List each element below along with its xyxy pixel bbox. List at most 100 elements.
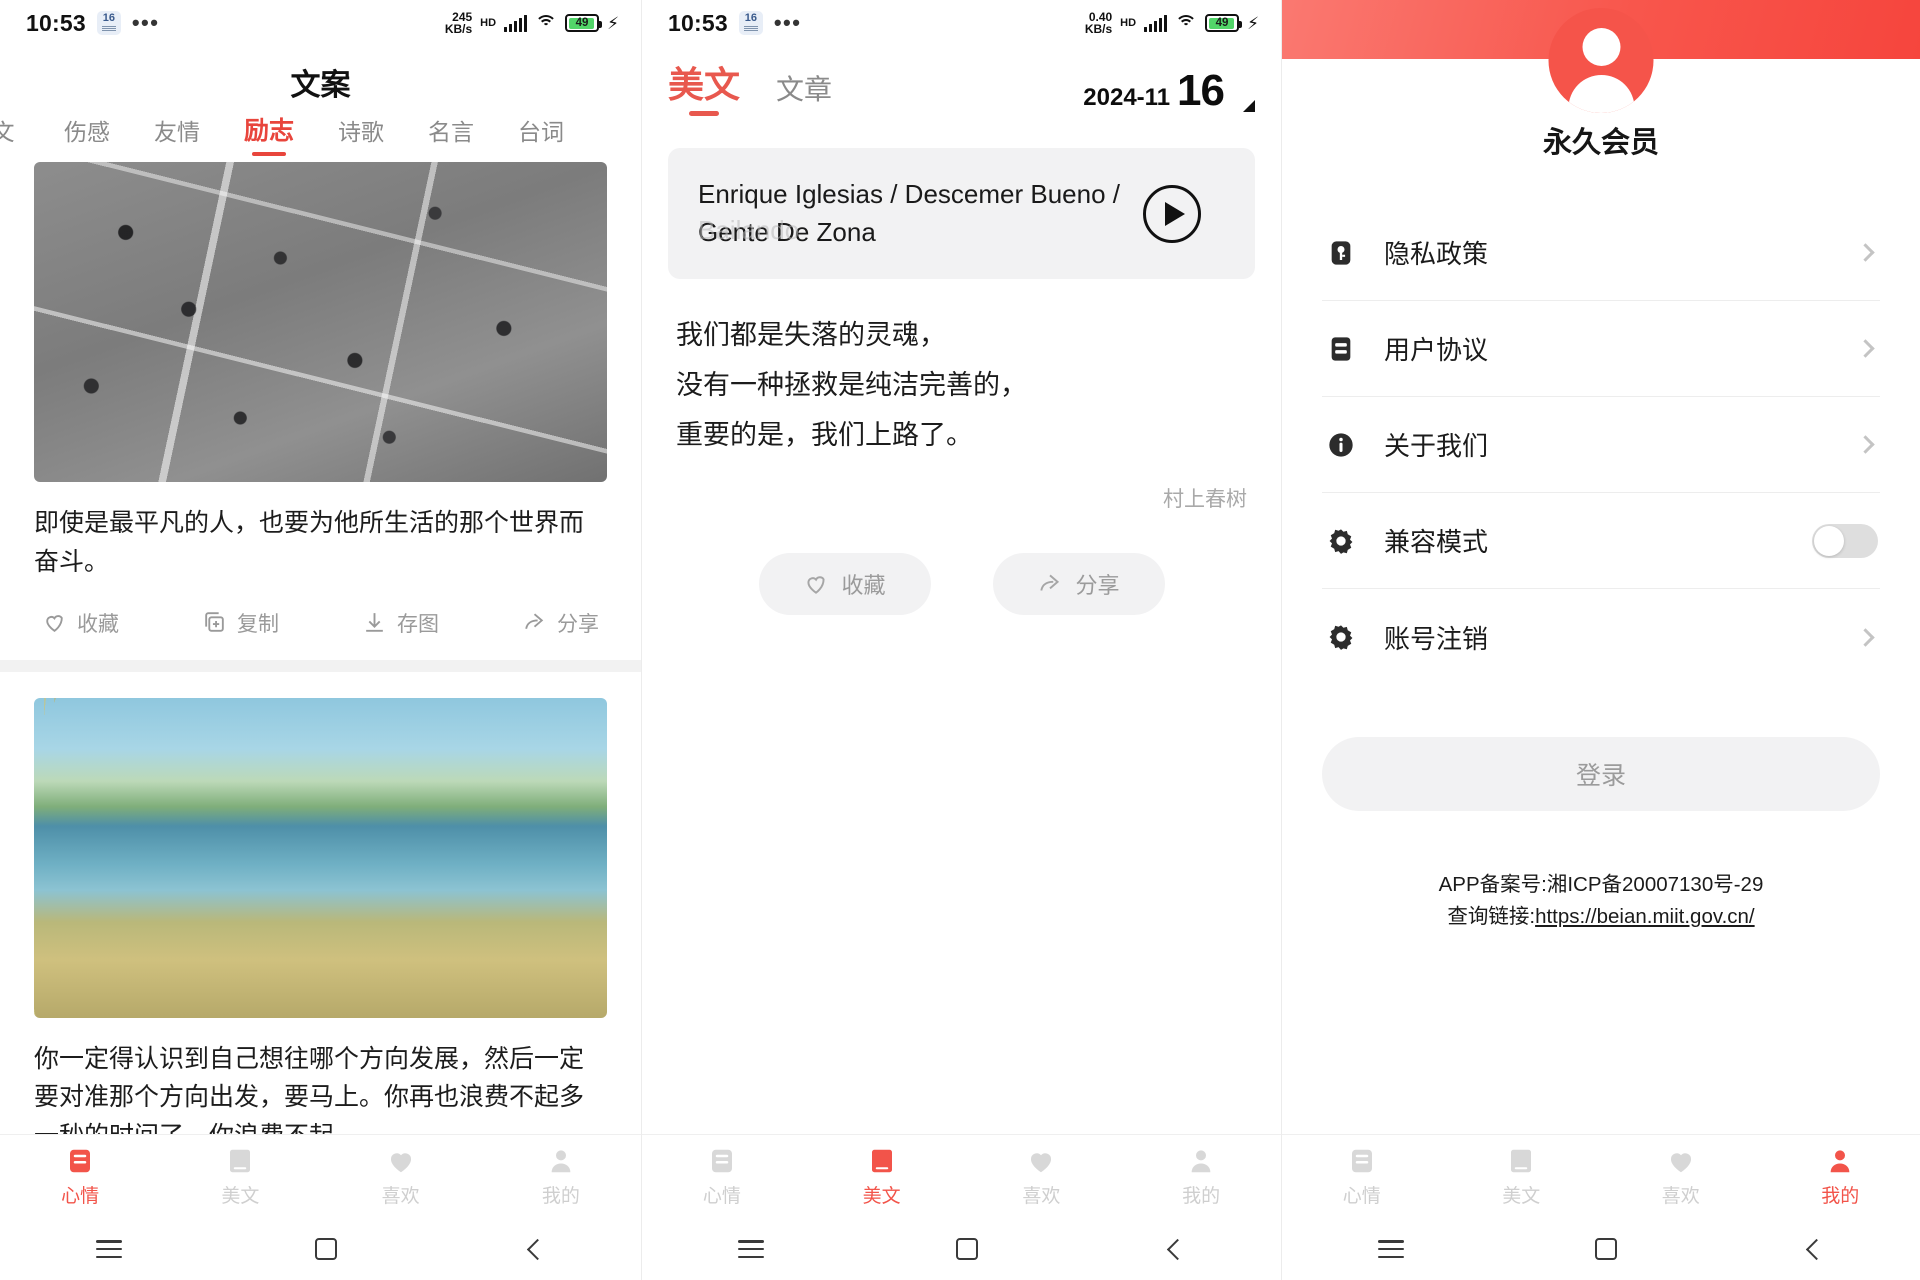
favorite-button[interactable]: 收藏 [42,608,119,638]
settings-row-user-agreement[interactable]: 用户协议 [1322,301,1880,397]
quote-card[interactable]: 即使是最平凡的人，也要为他所生活的那个世界而奋斗。 收藏 复制 存图 分享 [0,162,641,660]
bottom-tab-bar-panel2[interactable]: 心情 美文 喜欢 我的 [642,1134,1281,1218]
category-tab-shige[interactable]: 诗歌 [316,114,406,156]
category-tab-label: 诗歌 [338,119,385,145]
book-icon [871,1149,892,1172]
tab-mood[interactable]: 心情 [61,1146,99,1208]
share-button[interactable]: 分享 [522,608,599,638]
android-nav-bar-panel2[interactable] [642,1218,1281,1280]
quote-action-row[interactable]: 收藏 复制 存图 分享 [34,582,607,660]
person-icon [551,1149,571,1172]
compatibility-mode-toggle[interactable] [1812,523,1878,558]
status-left: 10:53 16 ••• [668,10,801,37]
share-pill-button[interactable]: 分享 [992,553,1165,616]
profile-header-banner: 10:54 16 ••• 3.71 KB/s HD 49 [1282,0,1920,113]
panel-article-reader: 10:53 16 ••• 0.40 KB/s HD 49 ⚡ 美文 文章 202… [641,0,1281,1280]
download-icon [366,613,383,632]
home-square-icon[interactable] [314,1238,337,1260]
menu-icon[interactable] [738,1240,764,1258]
book-icon [230,1149,251,1172]
gear-icon [1324,620,1358,654]
reader-header: 美文 文章 2024-11 16 [642,46,1281,122]
category-tab-shanggan[interactable]: 伤感 [42,114,132,156]
settings-row-about-us[interactable]: 关于我们 [1322,397,1880,493]
tab-articles[interactable]: 美文 [863,1146,901,1208]
avatar[interactable] [1548,8,1654,113]
back-icon[interactable] [1166,1238,1189,1260]
save-image-button[interactable]: 存图 [362,608,439,638]
category-tab-bar[interactable]: 文 伤感 友情 励志 诗歌 名言 台词 [0,114,641,162]
network-speed: 245 KB/s [445,11,472,35]
settings-list: 隐私政策 用户协议 关于我们 兼容模式 账号注销 [1322,205,1880,685]
date-year-month: 2024-11 [1083,84,1171,111]
category-tab-taici[interactable]: 台词 [496,114,586,156]
chevron-right-icon [1856,243,1875,262]
android-nav-bar-panel3[interactable] [1282,1218,1920,1280]
poem-line: 重要的是，我们上路了。 [676,420,973,451]
music-player-card[interactable]: Enrique Iglesias / Descemer Bueno / Gent… [668,148,1255,280]
category-tab-youqing[interactable]: 友情 [132,114,222,156]
tab-profile[interactable]: 我的 [1182,1146,1220,1208]
tab-mood[interactable]: 心情 [1343,1146,1381,1208]
menu-icon[interactable] [96,1240,123,1258]
tab-mood[interactable]: 心情 [703,1146,741,1208]
quote-card[interactable]: 你一定得认识到自己想往哪个方向发展，然后一定要对准那个方向出发，要马上。你再也浪… [0,697,641,1156]
tab-label: 美文 [1502,1185,1541,1207]
favorite-pill-label: 收藏 [841,573,886,599]
category-tab-lizhi[interactable]: 励志 [222,114,316,156]
charging-bolt-icon: ⚡ [1247,13,1259,33]
tab-wenzhang[interactable]: 文章 [776,68,832,116]
home-square-icon[interactable] [1595,1238,1618,1260]
date-picker[interactable]: 2024-11 16 [1083,66,1255,116]
favorite-pill-button[interactable]: 收藏 [758,553,931,616]
bottom-tab-bar-panel3[interactable]: 心情 美文 喜欢 我的 [1282,1134,1920,1218]
settings-row-compatibility-mode[interactable]: 兼容模式 [1322,493,1880,589]
tab-label: 心情 [1342,1185,1381,1207]
wifi-icon [1175,14,1198,32]
tab-profile[interactable]: 我的 [1821,1146,1859,1208]
mood-icon [70,1149,91,1172]
tab-profile[interactable]: 我的 [542,1146,580,1208]
back-icon[interactable] [526,1238,548,1260]
tab-likes[interactable]: 喜欢 [382,1146,420,1208]
android-nav-bar-panel1[interactable] [0,1218,641,1280]
category-tab-mingyan[interactable]: 名言 [406,114,496,156]
copy-label: 复制 [237,612,279,636]
icp-footer: APP备案号:湘ICP备20007130号-29 查询链接:https://be… [1282,869,1920,933]
icp-record-number: APP备案号:湘ICP备20007130号-29 [1438,873,1764,896]
quote-text: 即使是最平凡的人，也要为他所生活的那个世界而奋斗。 [34,509,585,576]
tab-likes[interactable]: 喜欢 [1662,1146,1700,1208]
tab-articles[interactable]: 美文 [1502,1146,1540,1208]
tab-likes[interactable]: 喜欢 [1022,1146,1060,1208]
menu-icon[interactable] [1377,1240,1404,1258]
tab-meiwen[interactable]: 美文 [668,56,740,116]
settings-row-privacy-policy[interactable]: 隐私政策 [1322,205,1880,301]
category-tab-label: 友情 [154,119,200,145]
settings-row-account-deletion[interactable]: 账号注销 [1322,589,1880,685]
icp-query-link[interactable]: https://beian.miit.gov.cn/ [1535,905,1755,928]
poem-line: 我们都是失落的灵魂， [676,320,946,351]
status-right: 0.40 KB/s HD 49 ⚡ [1085,11,1259,35]
heart-icon [807,576,826,595]
battery-icon: 49 [565,14,603,32]
bottom-tab-bar-panel1[interactable]: 心情 美文 喜欢 我的 [0,1134,641,1218]
category-tab-wen[interactable]: 文 [0,114,42,156]
member-title: 永久会员 [1542,127,1659,159]
tab-label: 心情 [61,1185,100,1207]
more-dots-icon: ••• [773,10,802,35]
status-bar-panel1: 10:53 16 ••• 245 KB/s HD 49 ⚡ [0,0,641,46]
login-button[interactable]: 登录 [1322,737,1880,811]
back-icon[interactable] [1806,1238,1828,1260]
reader-action-row[interactable]: 收藏 分享 [642,513,1281,616]
quote-image-wrapper[interactable] [34,162,607,482]
panel-quote-feed: 10:53 16 ••• 245 KB/s HD 49 ⚡ 文案 文 伤感 友情… [0,0,641,1280]
status-time: 10:53 [668,9,728,36]
play-button[interactable] [1143,184,1201,243]
status-bar-panel2: 10:53 16 ••• 0.40 KB/s HD 49 ⚡ [642,0,1281,46]
home-square-icon[interactable] [956,1238,978,1260]
tab-articles[interactable]: 美文 [221,1146,259,1208]
quote-image-wrapper[interactable] [34,697,607,1018]
key-icon [1324,236,1358,270]
heart-filled-icon [390,1152,411,1172]
copy-button[interactable]: 复制 [202,608,279,638]
